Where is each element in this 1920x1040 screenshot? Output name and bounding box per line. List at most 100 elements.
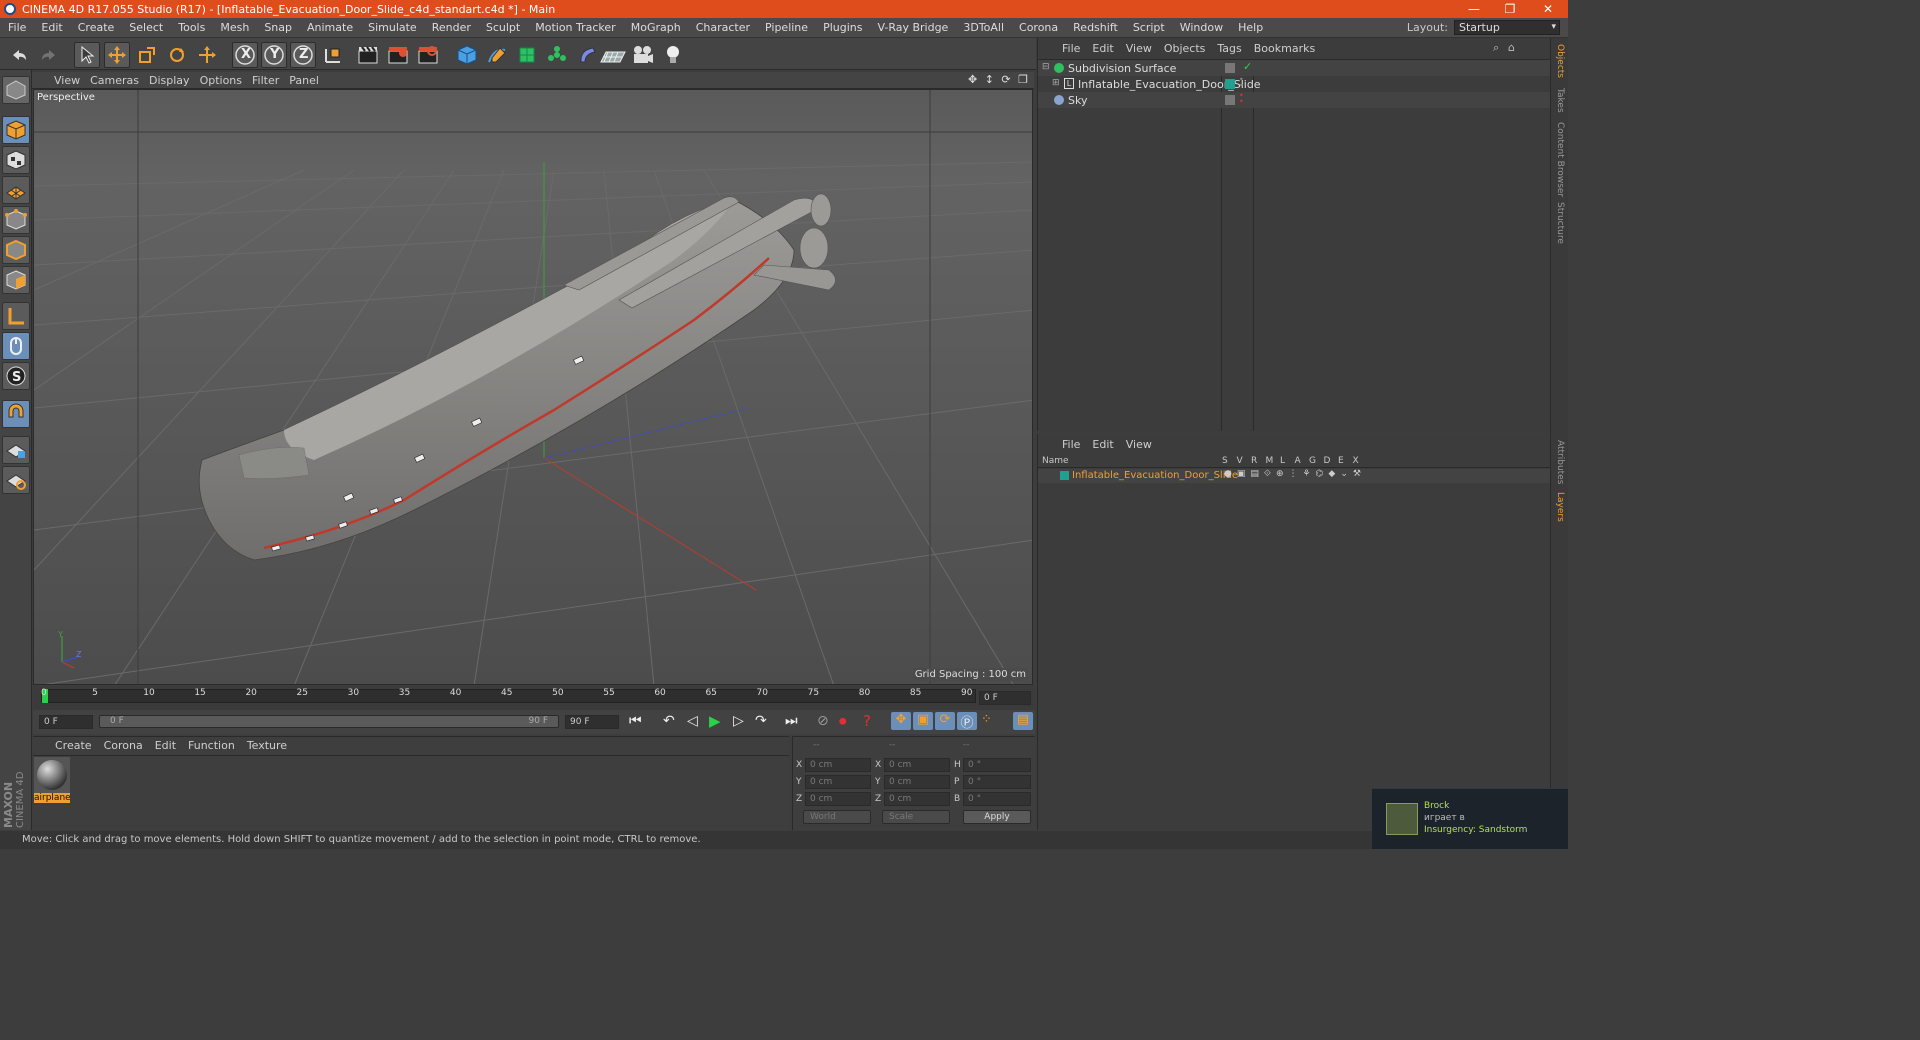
coord-rot-b-field[interactable]: 0 ° <box>963 792 1031 806</box>
object-row[interactable]: Sky • • <box>1038 92 1551 108</box>
coord-size-z-field[interactable]: 0 cm <box>884 792 950 806</box>
viewport-menu-cameras[interactable]: Cameras <box>88 74 147 87</box>
mat-menu-texture[interactable]: Texture <box>241 739 293 752</box>
key-rotation-icon[interactable]: ⟳ <box>935 712 955 730</box>
obj-menu-view[interactable]: View <box>1120 42 1158 55</box>
mat-menu-edit[interactable]: Edit <box>149 739 182 752</box>
timeline-window-icon[interactable]: ▤ <box>1013 712 1033 730</box>
viewport-menu-options[interactable]: Options <box>198 74 250 87</box>
auto-key-icon[interactable]: ? <box>863 712 871 730</box>
planar-workplane-button[interactable] <box>2 466 30 494</box>
record-icon[interactable]: ⏺ <box>839 712 847 730</box>
menu-snap[interactable]: Snap <box>256 21 299 34</box>
layer-col-header[interactable]: A <box>1295 456 1301 466</box>
coord-mode-dropdown[interactable]: Scale <box>882 810 950 824</box>
enable-snap-button[interactable] <box>2 400 30 428</box>
add-cube-button[interactable] <box>454 42 480 68</box>
layer-col-header[interactable]: L <box>1280 456 1285 466</box>
key-param-icon[interactable]: Ⓟ <box>957 712 977 731</box>
object-home-icon[interactable]: ⌂ <box>1508 41 1515 54</box>
menu-window[interactable]: Window <box>1172 21 1230 34</box>
next-key-icon[interactable]: ↷ <box>755 713 767 729</box>
coord-pos-y-field[interactable]: 0 cm <box>805 775 871 789</box>
expand-toggle-icon[interactable]: ⊞ <box>1052 78 1060 88</box>
menu-edit[interactable]: Edit <box>33 21 69 34</box>
layer-col-header[interactable]: S <box>1222 456 1228 466</box>
start-frame-field[interactable]: 0 F <box>39 715 93 729</box>
coord-pos-x-field[interactable]: 0 cm <box>805 758 871 772</box>
menu-create[interactable]: Create <box>70 21 122 34</box>
go-to-end-icon[interactable]: ⏭ <box>785 713 798 729</box>
menu-file[interactable]: File <box>0 21 33 34</box>
tab-attributes[interactable]: Attributes <box>1555 440 1565 484</box>
prev-frame-icon[interactable]: ◁ <box>687 713 698 729</box>
layer-col-header[interactable]: D <box>1324 456 1331 466</box>
prev-key-icon[interactable]: ↶ <box>663 713 675 729</box>
key-pla-icon[interactable]: ⁘ <box>981 712 992 727</box>
enabled-check-icon[interactable]: ✓ <box>1243 60 1252 73</box>
layer-row[interactable]: Inflatable_Evacuation_Door_Slide ●▣▤⟐⊕⋮⚘… <box>1038 469 1551 483</box>
steam-notification[interactable]: Brock играет в Insurgency: Sandstorm <box>1372 788 1568 849</box>
menu-vray-bridge[interactable]: V-Ray Bridge <box>869 21 955 34</box>
object-search-icon[interactable]: ⌕ <box>1493 41 1499 55</box>
points-mode-button[interactable] <box>2 206 30 234</box>
mat-menu-create[interactable]: Create <box>49 739 98 752</box>
redo-button[interactable] <box>36 42 62 68</box>
x-axis-lock-button[interactable]: X <box>232 42 258 68</box>
menu-motion-tracker[interactable]: Motion Tracker <box>527 21 622 34</box>
obj-menu-objects[interactable]: Objects <box>1158 42 1212 55</box>
layer-col-header[interactable]: R <box>1251 456 1257 466</box>
render-picture-viewer-button[interactable] <box>385 42 411 68</box>
viewport-menu-view[interactable]: View <box>52 74 88 87</box>
menu-help[interactable]: Help <box>1230 21 1270 34</box>
tab-layers[interactable]: Layers <box>1555 492 1565 522</box>
layer-tag-icon[interactable] <box>1225 95 1235 105</box>
axis-mode-button[interactable] <box>2 302 30 330</box>
layer-col-header[interactable]: E <box>1338 456 1344 466</box>
rotate-tool-button[interactable] <box>164 42 190 68</box>
viewport-menu-filter[interactable]: Filter <box>250 74 287 87</box>
add-environment-button[interactable] <box>600 42 626 68</box>
layer-col-header[interactable]: X <box>1353 456 1359 466</box>
z-axis-lock-button[interactable]: Z <box>290 42 316 68</box>
go-to-start-icon[interactable]: ⏮ <box>629 713 642 729</box>
workplane-mode-button[interactable] <box>2 176 30 204</box>
menu-simulate[interactable]: Simulate <box>360 21 424 34</box>
visibility-dots-icon[interactable]: • • <box>1239 92 1244 106</box>
menu-select[interactable]: Select <box>121 21 170 34</box>
tab-content-browser[interactable]: Content Browser <box>1555 122 1565 197</box>
menu-animate[interactable]: Animate <box>299 21 360 34</box>
add-deformer-button[interactable] <box>574 42 600 68</box>
coordinate-system-button[interactable] <box>320 42 346 68</box>
undo-button[interactable] <box>6 42 32 68</box>
key-position-icon[interactable]: ✥ <box>891 712 911 730</box>
perspective-viewport[interactable]: Perspective Grid Spacing : 100 cm Y Z <box>33 89 1033 685</box>
layout-dropdown[interactable]: Startup <box>1454 20 1560 35</box>
layer-menu-file[interactable]: File <box>1056 438 1086 451</box>
viewport-nav-icons[interactable]: ✥ ↕ ⟳ ❐ <box>968 73 1030 86</box>
add-generator-button[interactable] <box>514 42 540 68</box>
restore-button[interactable]: ❐ <box>1492 0 1528 18</box>
polygons-mode-button[interactable] <box>2 266 30 294</box>
add-camera-button[interactable] <box>630 42 656 68</box>
visibility-dots-icon[interactable]: • • <box>1239 76 1244 90</box>
viewport-menu-panel[interactable]: Panel <box>287 74 327 87</box>
tab-takes[interactable]: Takes <box>1555 88 1565 113</box>
menu-redshift[interactable]: Redshift <box>1065 21 1125 34</box>
mat-menu-function[interactable]: Function <box>182 739 241 752</box>
object-row[interactable]: ⊞ L Inflatable_Evacuation_Door_Slide • • <box>1038 76 1551 92</box>
key-scale-icon[interactable]: ▣ <box>913 712 933 730</box>
tab-objects[interactable]: Objects <box>1555 44 1565 78</box>
next-frame-icon[interactable]: ▷ <box>733 713 744 729</box>
layer-color-swatch[interactable] <box>1060 471 1069 480</box>
play-icon[interactable]: ▶ <box>709 712 721 730</box>
add-light-button[interactable] <box>660 42 686 68</box>
layer-menu-edit[interactable]: Edit <box>1086 438 1119 451</box>
texture-mode-button[interactable] <box>2 146 30 174</box>
layer-tag-icon[interactable] <box>1225 63 1235 73</box>
menu-render[interactable]: Render <box>424 21 478 34</box>
menu-plugins[interactable]: Plugins <box>815 21 869 34</box>
menu-corona[interactable]: Corona <box>1011 21 1065 34</box>
move-tool-button[interactable] <box>104 42 130 68</box>
menu-3dtoall[interactable]: 3DToAll <box>955 21 1011 34</box>
